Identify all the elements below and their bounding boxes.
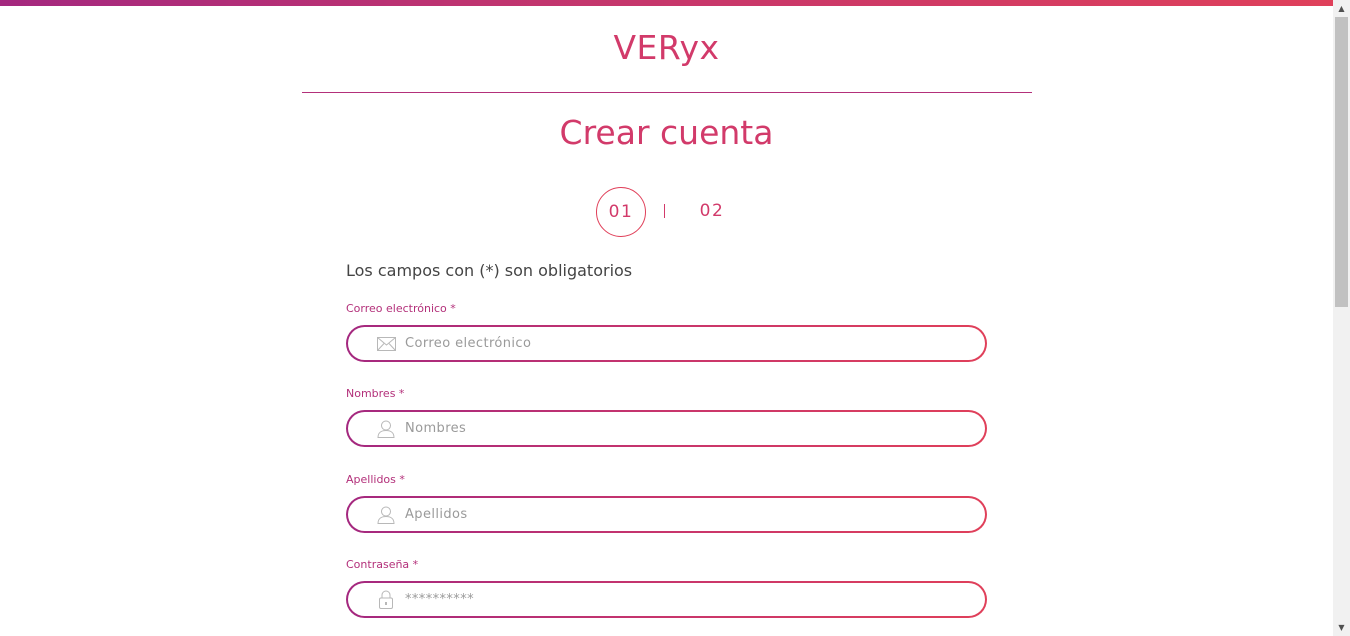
page-title: Crear cuenta [559,113,774,152]
last-name-label: Apellidos * [346,473,405,486]
scroll-down-arrow-icon[interactable]: ▼ [1333,619,1350,636]
password-label: Contraseña * [346,558,419,571]
brand-logo: VERyx [613,28,720,67]
step-indicator-current: 01 [596,187,646,237]
page: VERyx Crear cuenta 01 02 Los campos con … [0,0,1333,636]
lock-icon [376,590,396,610]
password-field-frame [346,581,987,618]
password-input[interactable] [405,592,985,607]
scroll-up-arrow-icon[interactable]: ▲ [1333,0,1350,17]
scrollbar-thumb[interactable] [1335,17,1348,307]
password-field-inner [348,583,985,616]
first-name-label: Nombres * [346,387,405,400]
first-name-field-frame [346,410,987,447]
user-icon [376,419,396,439]
header-divider [302,92,1032,93]
email-field-frame [346,325,987,362]
first-name-input[interactable] [405,421,985,436]
vertical-scrollbar[interactable]: ▲ ▼ [1333,0,1350,636]
user-icon [376,505,396,525]
step-indicator-next: 02 [699,201,725,221]
required-fields-note: Los campos con (*) son obligatorios [346,261,633,280]
email-label: Correo electrónico * [346,302,456,315]
step-separator [664,204,665,218]
first-name-field-inner [348,412,985,445]
email-input[interactable] [405,336,985,351]
last-name-field-inner [348,498,985,531]
last-name-field-frame [346,496,987,533]
email-field-inner [348,327,985,360]
envelope-icon [376,334,396,354]
last-name-input[interactable] [405,507,985,522]
